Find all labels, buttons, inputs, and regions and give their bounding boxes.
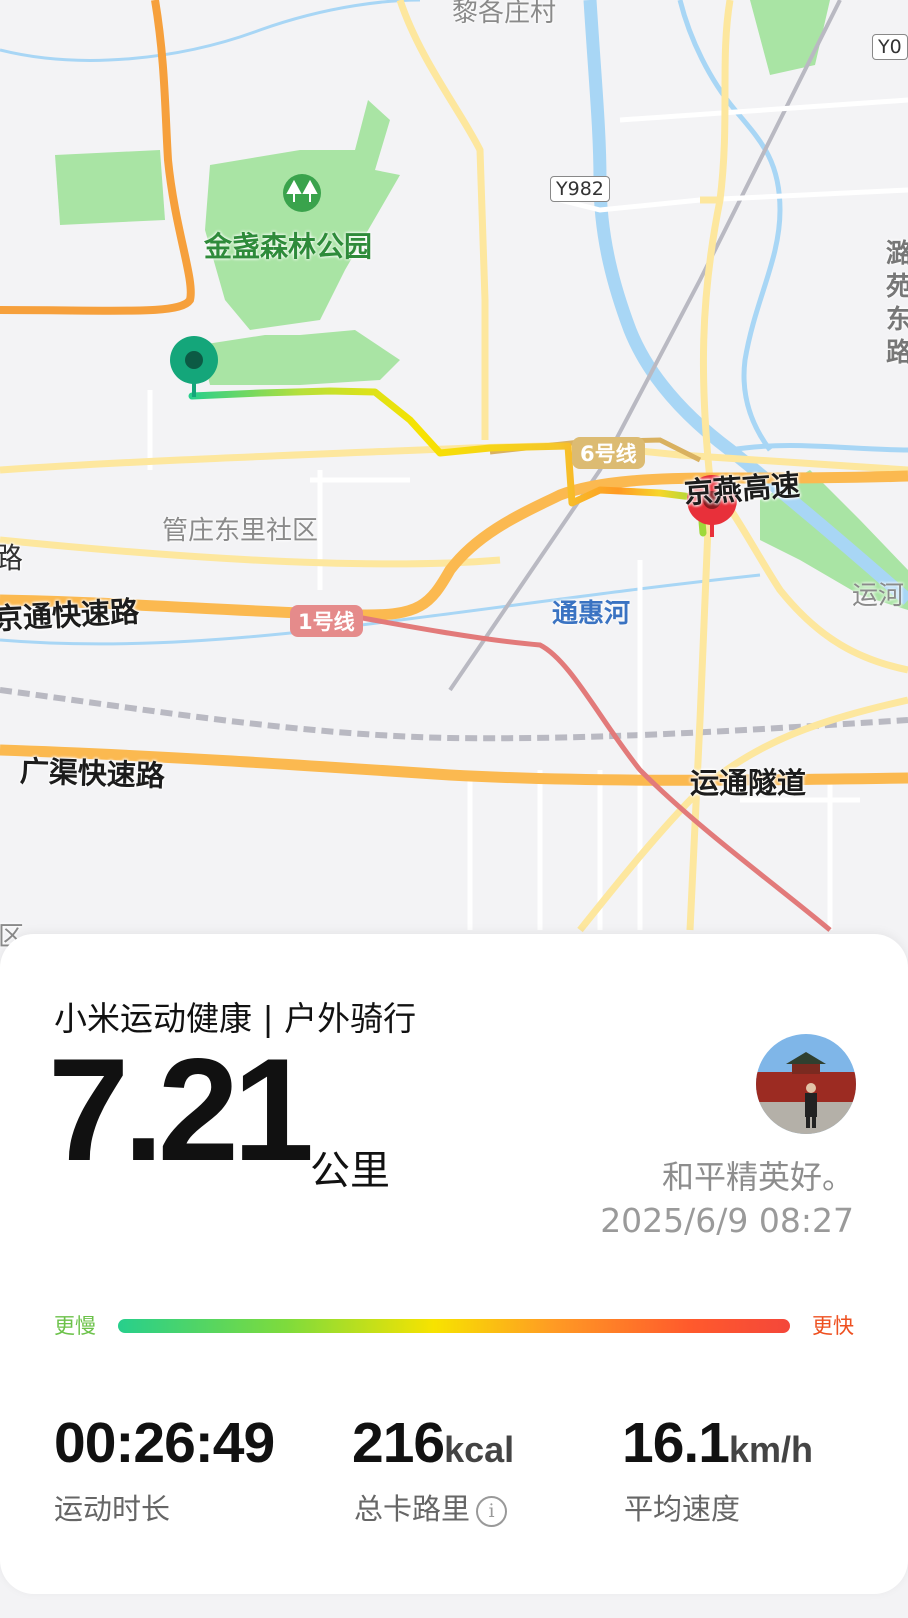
stat-duration-value: 00:26:49 (54, 1410, 275, 1476)
workout-summary-card: 小米运动健康 | 户外骑行 7.21 公里 和平精英好。 2025/6/9 08… (0, 934, 908, 1594)
map-label-tonghui-river: 通惠河 (552, 599, 631, 629)
stat-speed-label: 平均速度 (624, 1492, 741, 1526)
metro-badge-line6: 6号线 (572, 437, 645, 469)
user-avatar[interactable] (756, 1034, 856, 1134)
road-shield-y0: Y0 (872, 34, 908, 60)
map-label-community: 管庄东里社区 (162, 516, 319, 546)
park-tree-icon (283, 174, 321, 212)
stat-speed-number: 16.1 (622, 1411, 730, 1475)
map-label-left-road: 路 (0, 541, 24, 575)
stat-calories-unit: kcal (444, 1429, 515, 1470)
workout-datetime: 2025/6/9 08:27 (600, 1201, 854, 1240)
map-label-yuntong-tunnel: 运通隧道 (690, 766, 807, 800)
map-label-jingyan-expressway: 京燕高速 (682, 467, 802, 510)
info-circle-icon[interactable]: i (476, 1495, 508, 1527)
road-shield-y982: Y982 (550, 176, 610, 202)
stat-calories-label: 总卡路里 (354, 1492, 471, 1526)
speed-legend-fast: 更快 (812, 1314, 854, 1338)
stat-speed-value: 16.1km/h (622, 1410, 813, 1476)
park-area (55, 150, 165, 225)
stat-calories-label-group: 总卡路里 i (354, 1486, 508, 1528)
speed-legend-slow: 更慢 (54, 1314, 96, 1338)
stat-calories-value: 216kcal (352, 1410, 514, 1476)
stat-speed-unit: km/h (728, 1429, 813, 1470)
map-label-guangqu-expressway: 广渠快速路 (19, 754, 166, 794)
map-label-yunhe: 运河 (852, 581, 905, 611)
map-label-jingtong-expressway: 京通快速路 (0, 594, 140, 636)
map-label-park: 金盏森林公园 (204, 230, 373, 263)
stat-duration-number: 00:26:49 (54, 1411, 275, 1475)
speed-gradient-bar (118, 1319, 790, 1333)
avatar-image (756, 1034, 856, 1134)
metro-badge-line1: 1号线 (290, 605, 363, 637)
stat-duration-label: 运动时长 (54, 1492, 171, 1526)
distance-value: 7.21 (48, 1028, 314, 1191)
map-label-right-vertical-road: 潞苑东路 (886, 239, 908, 368)
user-name: 和平精英好。 (661, 1158, 854, 1196)
map-label-village: 黎各庄村 (452, 0, 557, 28)
distance-unit: 公里 (310, 1148, 390, 1194)
stat-calories-number: 216 (352, 1411, 445, 1475)
